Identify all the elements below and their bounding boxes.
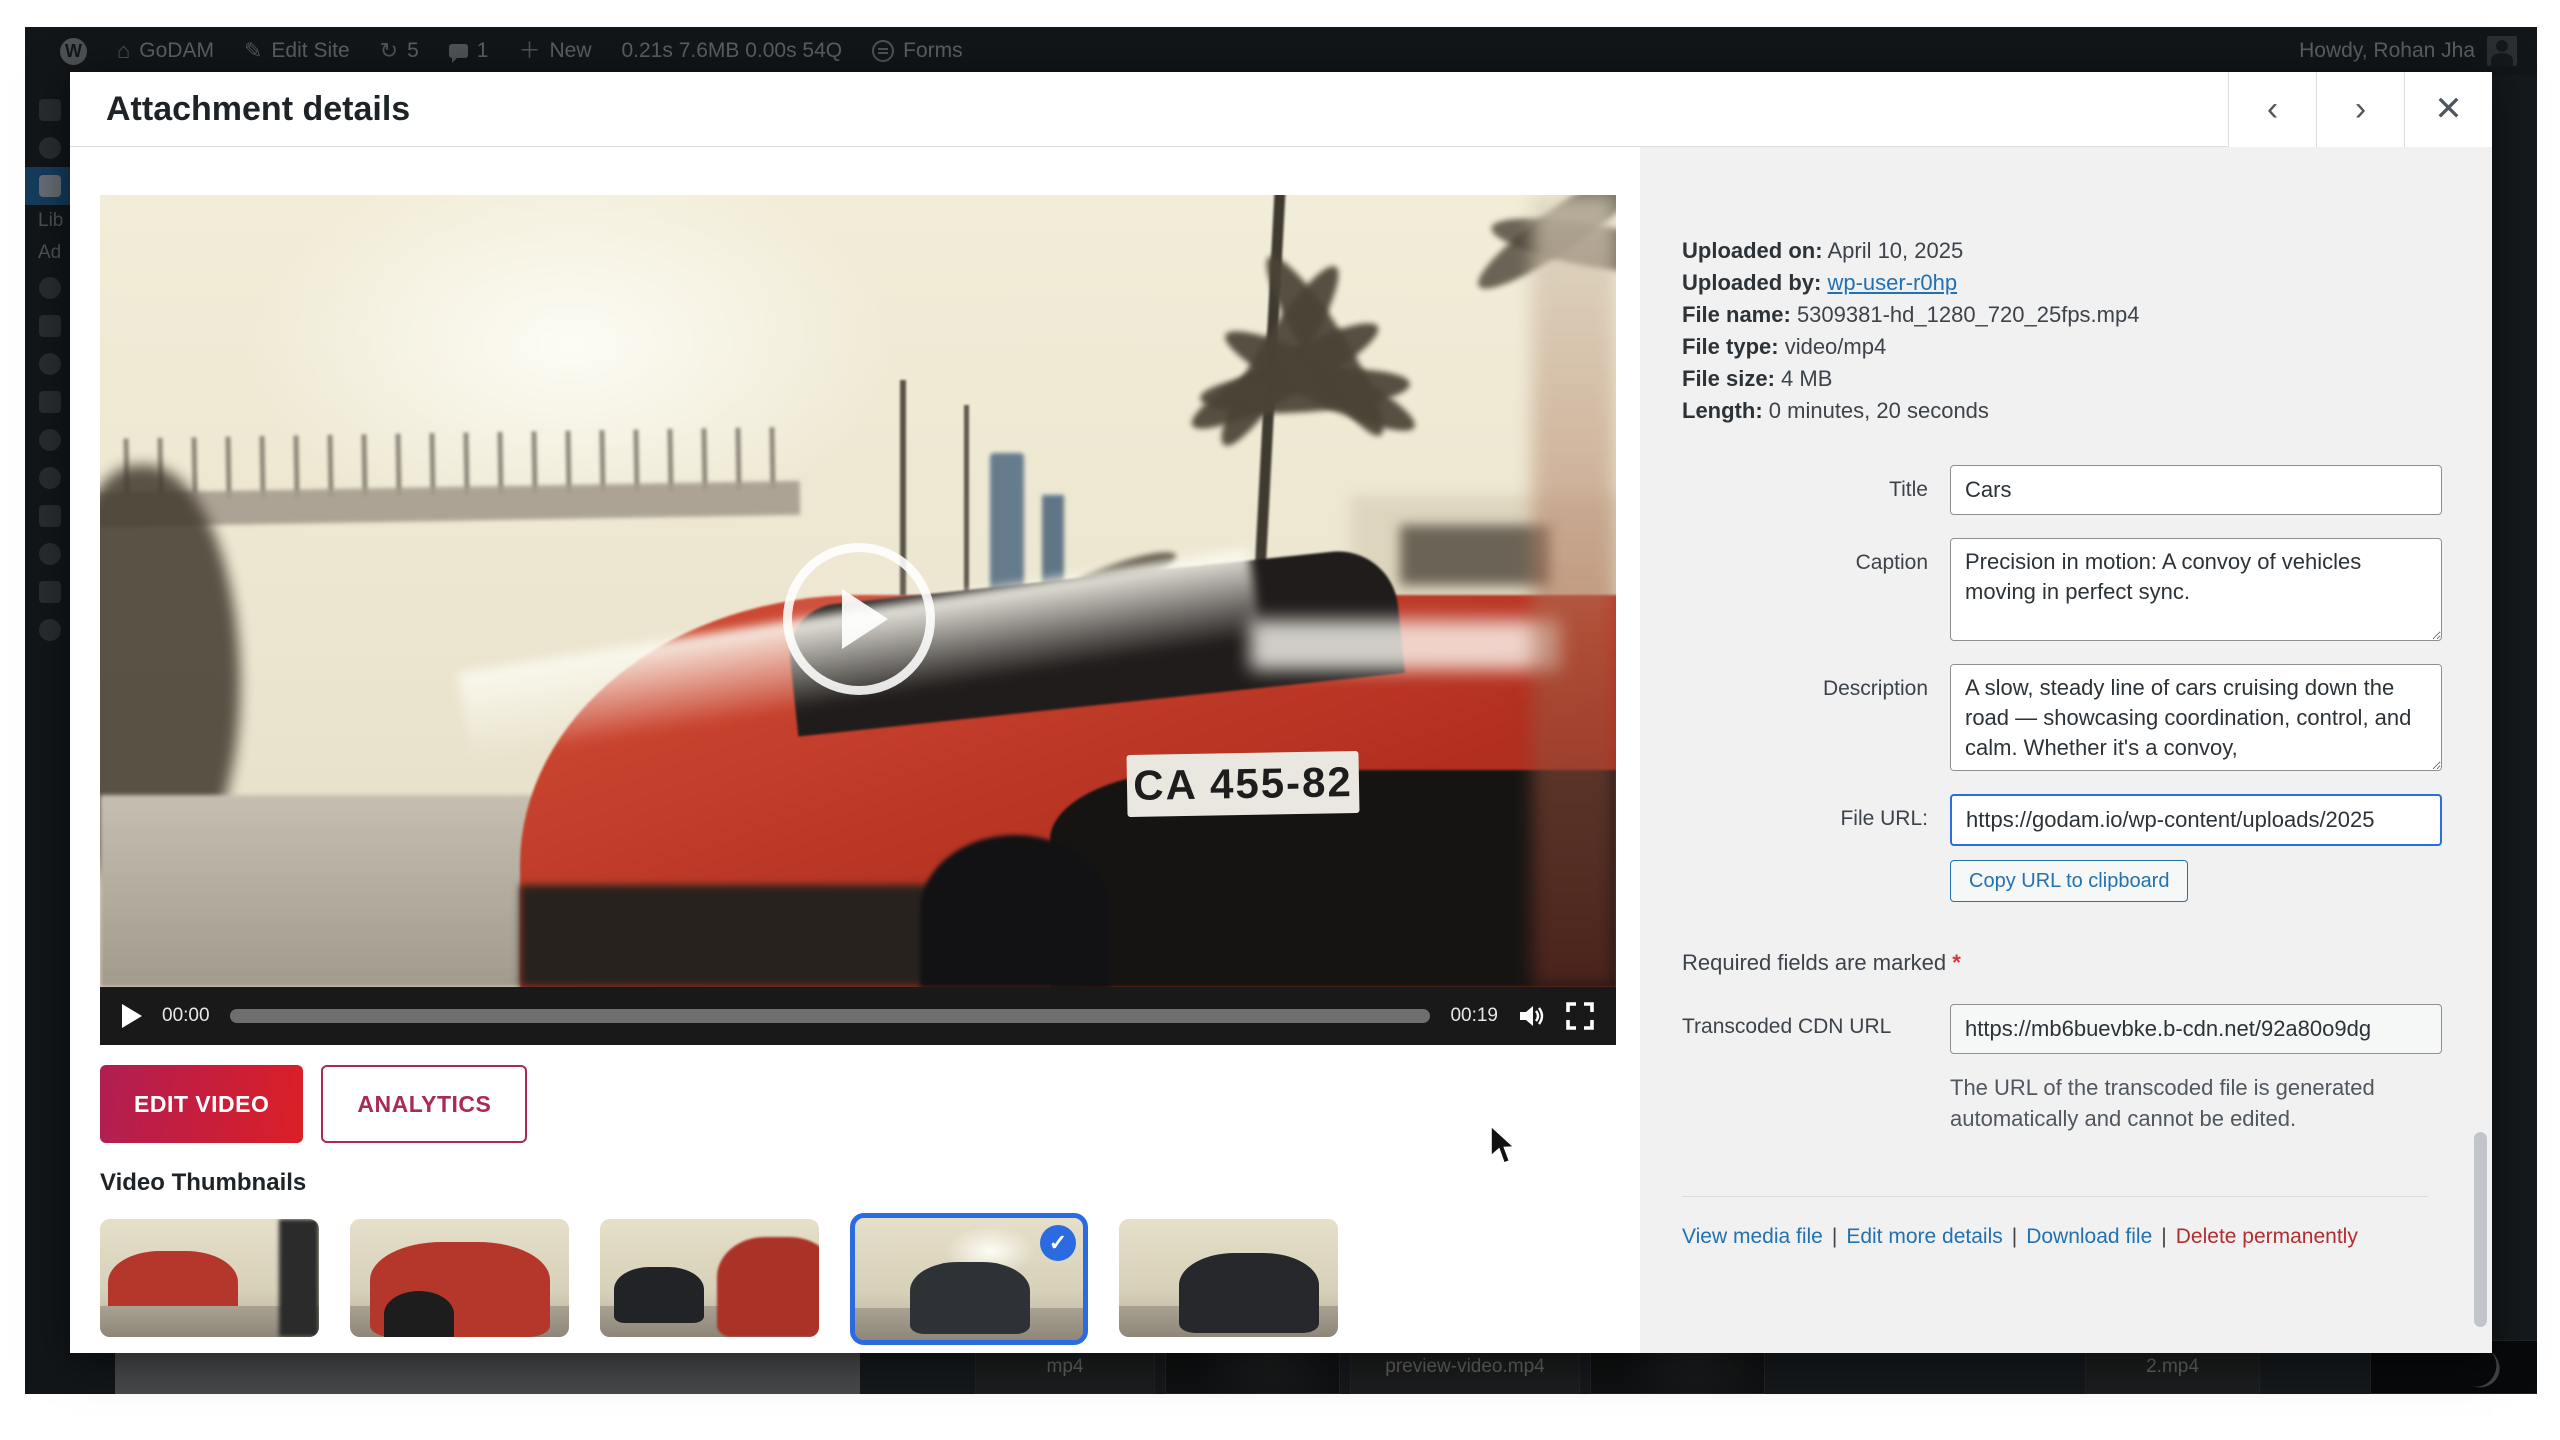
video-thumbnail-2[interactable] bbox=[350, 1219, 569, 1337]
previous-attachment-button[interactable]: ‹ bbox=[2228, 72, 2316, 147]
thumbnail-dark-car bbox=[614, 1267, 704, 1323]
copy-url-spacer bbox=[1682, 860, 1950, 902]
play-overlay-button[interactable] bbox=[783, 543, 935, 695]
modal-title: Attachment details bbox=[70, 90, 410, 129]
length-value: 0 minutes, 20 seconds bbox=[1769, 398, 1989, 423]
chevron-left-icon: ‹ bbox=[2267, 90, 2278, 129]
file-url-field[interactable] bbox=[1950, 794, 2442, 846]
description-field[interactable]: A slow, steady line of cars cruising dow… bbox=[1950, 664, 2442, 771]
title-label: Title bbox=[1682, 465, 1950, 515]
video-controls: 00:00 00:19 bbox=[100, 987, 1616, 1045]
thumbnail-car-window bbox=[384, 1291, 454, 1337]
video-thumbnail-3[interactable] bbox=[600, 1219, 819, 1337]
video-thumbnails-row: ✓ bbox=[100, 1219, 1640, 1345]
thumbnail-foreground bbox=[279, 1219, 319, 1337]
fullscreen-icon bbox=[1566, 1002, 1594, 1030]
check-icon: ✓ bbox=[1040, 1225, 1076, 1261]
file-type-value: video/mp4 bbox=[1785, 334, 1887, 359]
cdn-url-field[interactable] bbox=[1950, 1004, 2442, 1054]
duration: 00:19 bbox=[1450, 1005, 1498, 1027]
link-separator: | bbox=[2012, 1225, 2017, 1248]
attachment-details-pane: Uploaded on: April 10, 2025 Uploaded by:… bbox=[1640, 147, 2492, 1353]
thumbnail-car bbox=[1179, 1253, 1319, 1333]
license-plate: CA 455-82 bbox=[1126, 751, 1359, 817]
attachment-actions: View media file | Edit more details | Downlo… bbox=[1682, 1196, 2428, 1249]
close-modal-button[interactable]: ✕ bbox=[2404, 72, 2492, 147]
next-attachment-button[interactable]: › bbox=[2316, 72, 2404, 147]
length-label: Length: bbox=[1682, 398, 1763, 423]
thumbnail-car bbox=[910, 1262, 1030, 1334]
current-time: 00:00 bbox=[162, 1005, 210, 1027]
play-icon bbox=[842, 589, 888, 649]
file-name-label: File name: bbox=[1682, 302, 1791, 327]
link-separator: | bbox=[2161, 1225, 2166, 1248]
edit-more-details-link[interactable]: Edit more details bbox=[1846, 1225, 2002, 1248]
chevron-right-icon: › bbox=[2355, 90, 2366, 129]
mouse-cursor-icon bbox=[1488, 1124, 1518, 1166]
play-button[interactable] bbox=[122, 1004, 142, 1028]
attachment-details-modal: Attachment details ‹ › ✕ bbox=[70, 72, 2492, 1353]
building-windows bbox=[1400, 525, 1550, 585]
title-field[interactable] bbox=[1950, 465, 2442, 515]
car-wheel bbox=[920, 835, 1110, 987]
fullscreen-button[interactable] bbox=[1566, 1002, 1594, 1030]
edit-video-button[interactable]: EDIT VIDEO bbox=[100, 1065, 303, 1143]
uploaded-on-value: April 10, 2025 bbox=[1827, 238, 1963, 263]
view-media-file-link[interactable]: View media file bbox=[1682, 1225, 1823, 1248]
volume-icon bbox=[1518, 1003, 1546, 1029]
cdn-help-spacer bbox=[1682, 1072, 1950, 1134]
foreground-blur bbox=[1532, 195, 1616, 987]
cdn-url-label: Transcoded CDN URL bbox=[1682, 1004, 1950, 1054]
link-separator: | bbox=[1832, 1225, 1837, 1248]
copy-url-button[interactable]: Copy URL to clipboard bbox=[1950, 860, 2188, 902]
analytics-button[interactable]: ANALYTICS bbox=[321, 1065, 527, 1143]
video-thumbnail-1[interactable] bbox=[100, 1219, 319, 1337]
attachment-form: Title Caption Precision in motion: A con… bbox=[1682, 465, 2492, 1134]
required-asterisk: * bbox=[1952, 950, 1961, 975]
file-size-value: 4 MB bbox=[1781, 366, 1832, 391]
caption-label: Caption bbox=[1682, 538, 1950, 641]
video-thumbnails-heading: Video Thumbnails bbox=[100, 1169, 1640, 1197]
close-icon: ✕ bbox=[2434, 89, 2463, 129]
attachment-preview-pane: CA 455-82 00:00 00:19 bbox=[70, 147, 1640, 1353]
details-scrollbar[interactable] bbox=[2473, 155, 2487, 1345]
required-fields-note: Required fields are marked * bbox=[1682, 950, 2492, 976]
file-size-label: File size: bbox=[1682, 366, 1775, 391]
volume-button[interactable] bbox=[1518, 1003, 1546, 1029]
required-note-text: Required fields are marked bbox=[1682, 950, 1946, 975]
cdn-help-text: The URL of the transcoded file is genera… bbox=[1950, 1072, 2430, 1134]
download-file-link[interactable]: Download file bbox=[2026, 1225, 2152, 1248]
video-player[interactable]: CA 455-82 00:00 00:19 bbox=[100, 195, 1616, 1045]
scrollbar-thumb[interactable] bbox=[2474, 1132, 2487, 1327]
uploaded-by-label: Uploaded by: bbox=[1682, 270, 1821, 295]
progress-bar[interactable] bbox=[230, 1009, 1431, 1023]
hood-glare bbox=[1250, 620, 1560, 670]
uploaded-on-label: Uploaded on: bbox=[1682, 238, 1823, 263]
caption-field[interactable]: Precision in motion: A convoy of vehicle… bbox=[1950, 538, 2442, 641]
screen: W ⌂ GoDAM ✎ Edit Site ↻ 5 1 ＋ New 0. bbox=[0, 0, 2560, 1440]
delete-permanently-link[interactable]: Delete permanently bbox=[2176, 1225, 2358, 1248]
modal-header: Attachment details ‹ › ✕ bbox=[70, 72, 2492, 147]
uploaded-by-link[interactable]: wp-user-r0hp bbox=[1827, 270, 1957, 295]
video-thumbnail-4-selected[interactable]: ✓ bbox=[850, 1213, 1088, 1345]
description-label: Description bbox=[1682, 664, 1950, 771]
thumbnail-car bbox=[717, 1237, 819, 1337]
attachment-info: Uploaded on: April 10, 2025 Uploaded by:… bbox=[1682, 235, 2492, 427]
file-name-value: 5309381-hd_1280_720_25fps.mp4 bbox=[1797, 302, 2140, 327]
video-thumbnail-5[interactable] bbox=[1119, 1219, 1338, 1337]
file-url-label: File URL: bbox=[1682, 794, 1950, 846]
file-type-label: File type: bbox=[1682, 334, 1779, 359]
